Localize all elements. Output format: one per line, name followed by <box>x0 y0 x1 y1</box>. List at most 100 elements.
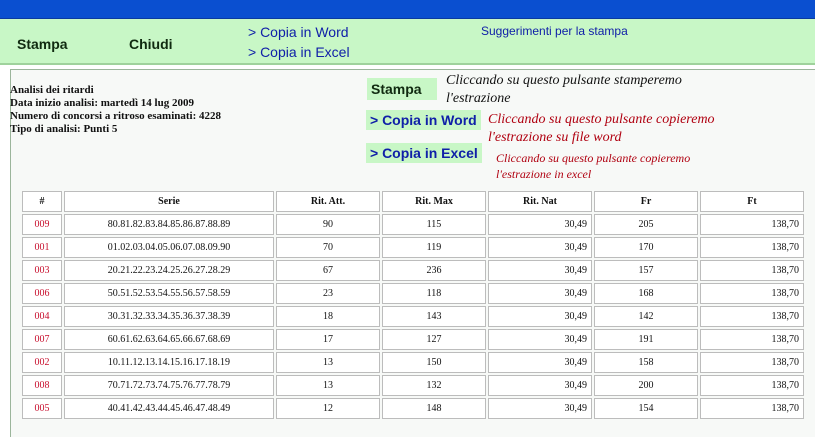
print-action-button[interactable]: Stampa <box>367 78 437 100</box>
table-row: 004 30.31.32.33.34.35.36.37.38.39 18 143 30,… <box>22 306 804 327</box>
cell-fr: 191 <box>594 329 698 350</box>
copy-excel-action-button[interactable]: > Copia in Excel <box>366 143 482 163</box>
cell-rit-att: 67 <box>276 260 380 281</box>
cell-ft: 138,70 <box>700 260 804 281</box>
window-title-bar <box>0 0 815 19</box>
cell-rit-nat: 30,49 <box>488 306 592 327</box>
col-header-serie: Serie <box>64 191 274 212</box>
cell-serie: 10.11.12.13.14.15.16.17.18.19 <box>64 352 274 373</box>
print-action-description: Cliccando su questo pulsante stamperemo … <box>446 72 682 108</box>
cell-rit-nat: 30,49 <box>488 283 592 304</box>
copia-word-link[interactable]: > Copia in Word <box>248 24 349 40</box>
cell-fr: 157 <box>594 260 698 281</box>
cell-fr: 170 <box>594 237 698 258</box>
word-desc-line2: l'estrazione su file word <box>488 130 622 145</box>
cell-rit-max: 115 <box>382 214 486 235</box>
cell-num: 009 <box>22 214 62 235</box>
table-row: 003 20.21.22.23.24.25.26.27.28.29 67 236 30,… <box>22 260 804 281</box>
col-header-rit-att: Rit. Att. <box>276 191 380 212</box>
cell-fr: 158 <box>594 352 698 373</box>
cell-serie: 40.41.42.43.44.45.46.47.48.49 <box>64 398 274 419</box>
copy-word-action-button[interactable]: > Copia in Word <box>366 110 481 130</box>
cell-serie: 30.31.32.33.34.35.36.37.38.39 <box>64 306 274 327</box>
cell-serie: 20.21.22.23.24.25.26.27.28.29 <box>64 260 274 281</box>
cell-rit-att: 70 <box>276 237 380 258</box>
cell-ft: 138,70 <box>700 329 804 350</box>
info-draw-count: Numero di concorsi a ritroso esaminati: … <box>10 110 222 122</box>
info-title: Analisi dei ritardi <box>10 84 94 96</box>
cell-rit-att: 18 <box>276 306 380 327</box>
cell-rit-max: 132 <box>382 375 486 396</box>
word-desc-line1: Cliccando su questo pulsante copieremo <box>488 112 715 127</box>
cell-rit-att: 13 <box>276 375 380 396</box>
col-header-num: # <box>22 191 62 212</box>
results-table: # Serie Rit. Att. Rit. Max Rit. Nat Fr F… <box>20 189 806 421</box>
cell-fr: 154 <box>594 398 698 419</box>
cell-ft: 138,70 <box>700 214 804 235</box>
results-table-wrapper: # Serie Rit. Att. Rit. Max Rit. Nat Fr F… <box>20 189 815 421</box>
cell-num: 003 <box>22 260 62 281</box>
info-analysis-type: Tipo di analisi: Punti 5 <box>10 123 118 135</box>
cell-ft: 138,70 <box>700 398 804 419</box>
cell-rit-att: 23 <box>276 283 380 304</box>
print-desc-line1: Cliccando su questo pulsante stamperemo <box>446 73 682 88</box>
cell-rit-nat: 30,49 <box>488 237 592 258</box>
col-header-rit-nat: Rit. Nat <box>488 191 592 212</box>
table-row: 007 60.61.62.63.64.65.66.67.68.69 17 127 30,… <box>22 329 804 350</box>
suggerimenti-link[interactable]: Suggerimenti per la stampa <box>481 24 628 38</box>
toolbar: Stampa Chiudi > Copia in Word > Copia in… <box>0 19 815 65</box>
cell-rit-nat: 30,49 <box>488 375 592 396</box>
cell-rit-nat: 30,49 <box>488 352 592 373</box>
cell-num: 008 <box>22 375 62 396</box>
stampa-button[interactable]: Stampa <box>17 36 68 52</box>
cell-rit-max: 150 <box>382 352 486 373</box>
chiudi-button[interactable]: Chiudi <box>129 36 173 52</box>
cell-ft: 138,70 <box>700 237 804 258</box>
cell-num: 006 <box>22 283 62 304</box>
info-start-date: Data inizio analisi: martedì 14 lug 2009 <box>10 97 194 109</box>
cell-serie: 01.02.03.04.05.06.07.08.09.90 <box>64 237 274 258</box>
cell-rit-max: 148 <box>382 398 486 419</box>
cell-fr: 168 <box>594 283 698 304</box>
cell-rit-max: 236 <box>382 260 486 281</box>
cell-rit-att: 13 <box>276 352 380 373</box>
cell-rit-nat: 30,49 <box>488 260 592 281</box>
cell-rit-max: 118 <box>382 283 486 304</box>
cell-rit-max: 119 <box>382 237 486 258</box>
excel-desc-line1: Cliccando su questo pulsante copieremo <box>496 151 691 165</box>
cell-rit-max: 127 <box>382 329 486 350</box>
cell-fr: 200 <box>594 375 698 396</box>
table-row: 008 70.71.72.73.74.75.76.77.78.79 13 132 30,… <box>22 375 804 396</box>
cell-fr: 142 <box>594 306 698 327</box>
cell-num: 007 <box>22 329 62 350</box>
table-row: 001 01.02.03.04.05.06.07.08.09.90 70 119 30,… <box>22 237 804 258</box>
cell-rit-nat: 30,49 <box>488 214 592 235</box>
excel-desc-line2: l'estrazione in excel <box>496 167 592 181</box>
cell-ft: 138,70 <box>700 375 804 396</box>
copia-excel-link[interactable]: > Copia in Excel <box>248 44 350 60</box>
analysis-info: Analisi dei ritardi Data inizio analisi:… <box>10 84 221 136</box>
col-header-rit-max: Rit. Max <box>382 191 486 212</box>
print-desc-line2: l'estrazione <box>446 91 511 106</box>
cell-serie: 70.71.72.73.74.75.76.77.78.79 <box>64 375 274 396</box>
cell-serie: 50.51.52.53.54.55.56.57.58.59 <box>64 283 274 304</box>
cell-ft: 138,70 <box>700 306 804 327</box>
cell-ft: 138,70 <box>700 352 804 373</box>
table-header-row: # Serie Rit. Att. Rit. Max Rit. Nat Fr F… <box>22 191 804 212</box>
copy-excel-description: Cliccando su questo pulsante copieremo l… <box>496 150 690 182</box>
cell-num: 002 <box>22 352 62 373</box>
col-header-ft: Ft <box>700 191 804 212</box>
cell-rit-att: 17 <box>276 329 380 350</box>
col-header-fr: Fr <box>594 191 698 212</box>
copy-word-description: Cliccando su questo pulsante copieremo l… <box>488 111 715 147</box>
cell-rit-max: 143 <box>382 306 486 327</box>
cell-num: 005 <box>22 398 62 419</box>
cell-rit-att: 12 <box>276 398 380 419</box>
table-row: 006 50.51.52.53.54.55.56.57.58.59 23 118 30,… <box>22 283 804 304</box>
cell-rit-nat: 30,49 <box>488 398 592 419</box>
table-row: 005 40.41.42.43.44.45.46.47.48.49 12 148 30,… <box>22 398 804 419</box>
cell-serie: 80.81.82.83.84.85.86.87.88.89 <box>64 214 274 235</box>
table-row: 002 10.11.12.13.14.15.16.17.18.19 13 150 30,… <box>22 352 804 373</box>
cell-ft: 138,70 <box>700 283 804 304</box>
cell-serie: 60.61.62.63.64.65.66.67.68.69 <box>64 329 274 350</box>
